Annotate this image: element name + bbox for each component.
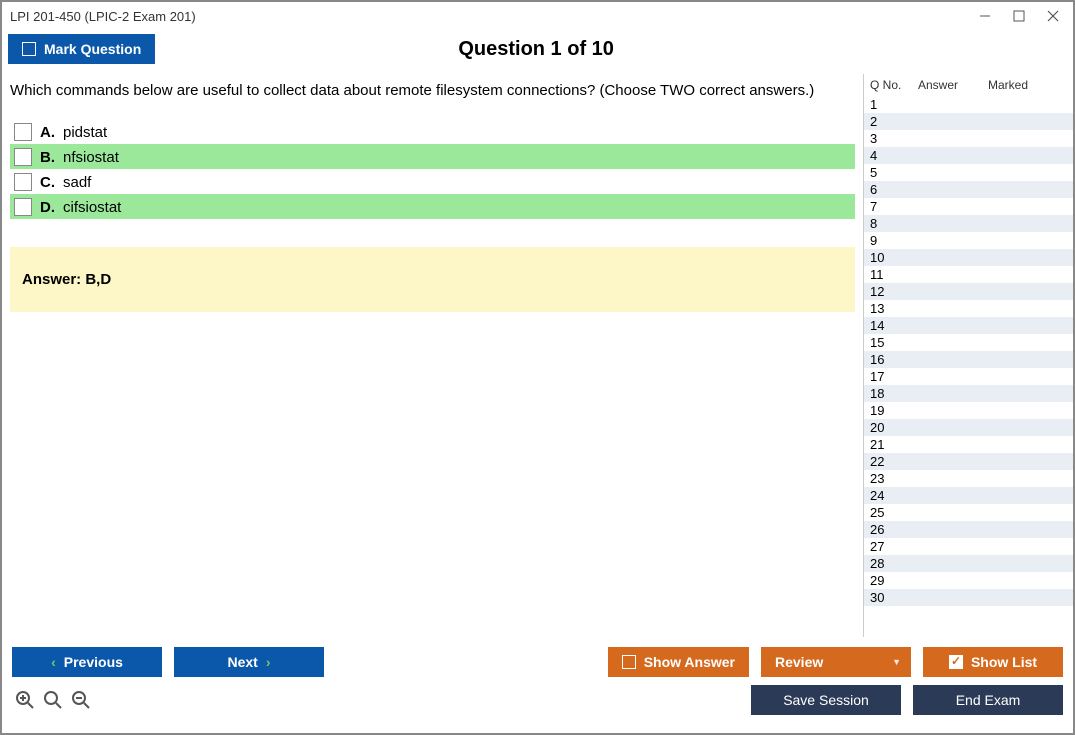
show-list-label: Show List (971, 654, 1037, 670)
question-panel: Which commands below are useful to colle… (2, 74, 863, 637)
sidebar-row[interactable]: 19 (864, 402, 1073, 419)
sidebar-row[interactable]: 11 (864, 266, 1073, 283)
app-window: LPI 201-450 (LPIC-2 Exam 201) Mark Quest… (0, 0, 1075, 735)
option-text: sadf (63, 174, 91, 191)
checkbox-icon[interactable] (14, 123, 32, 141)
option-text: nfsiostat (63, 149, 119, 166)
previous-label: Previous (64, 654, 123, 670)
topbar: Mark Question Question 1 of 10 (2, 30, 1073, 74)
maximize-icon[interactable] (1013, 10, 1025, 22)
option-row[interactable]: B. nfsiostat (10, 144, 855, 169)
sidebar-row[interactable]: 14 (864, 317, 1073, 334)
sidebar-row[interactable]: 23 (864, 470, 1073, 487)
question-text: Which commands below are useful to colle… (10, 82, 855, 99)
checked-square-icon (949, 655, 963, 669)
sidebar-row[interactable]: 6 (864, 181, 1073, 198)
option-row[interactable]: C. sadf (10, 169, 855, 194)
sidebar-row[interactable]: 29 (864, 572, 1073, 589)
sidebar-row[interactable]: 27 (864, 538, 1073, 555)
sidebar-row[interactable]: 22 (864, 453, 1073, 470)
question-counter: Question 1 of 10 (155, 38, 917, 61)
option-letter: A. (40, 124, 55, 141)
option-row[interactable]: A. pidstat (10, 119, 855, 144)
sidebar-row[interactable]: 5 (864, 164, 1073, 181)
sidebar-row[interactable]: 24 (864, 487, 1073, 504)
col-marked: Marked (988, 78, 1067, 92)
checkbox-icon[interactable] (14, 148, 32, 166)
zoom-controls (12, 689, 92, 711)
sidebar-row[interactable]: 3 (864, 130, 1073, 147)
zoom-in-icon[interactable] (14, 689, 36, 711)
bottombar: ‹ Previous Next › Show Answer Review ▼ S… (2, 637, 1073, 733)
zoom-icon[interactable] (42, 689, 64, 711)
option-text: cifsiostat (63, 199, 121, 216)
sidebar-row[interactable]: 9 (864, 232, 1073, 249)
mark-question-label: Mark Question (44, 41, 141, 57)
review-button[interactable]: Review ▼ (761, 647, 911, 677)
answer-box: Answer: B,D (10, 247, 855, 312)
option-text: pidstat (63, 124, 107, 141)
content: Which commands below are useful to colle… (2, 74, 1073, 637)
sidebar-row[interactable]: 4 (864, 147, 1073, 164)
sidebar-row[interactable]: 16 (864, 351, 1073, 368)
question-list-sidebar: Q No. Answer Marked 12345678910111213141… (863, 74, 1073, 637)
sidebar-row[interactable]: 8 (864, 215, 1073, 232)
previous-button[interactable]: ‹ Previous (12, 647, 162, 677)
options-list: A. pidstatB. nfsiostatC. sadfD. cifsiost… (10, 119, 855, 219)
sidebar-row[interactable]: 26 (864, 521, 1073, 538)
sidebar-row[interactable]: 20 (864, 419, 1073, 436)
sidebar-row[interactable]: 18 (864, 385, 1073, 402)
triangle-down-icon: ▼ (892, 657, 901, 667)
checkbox-icon[interactable] (14, 198, 32, 216)
sidebar-row[interactable]: 15 (864, 334, 1073, 351)
end-exam-label: End Exam (956, 692, 1021, 708)
chevron-left-icon: ‹ (51, 654, 56, 670)
sidebar-row[interactable]: 17 (864, 368, 1073, 385)
sidebar-row[interactable]: 28 (864, 555, 1073, 572)
sidebar-row[interactable]: 21 (864, 436, 1073, 453)
next-label: Next (227, 654, 257, 670)
minimize-icon[interactable] (979, 10, 991, 22)
checkbox-icon[interactable] (14, 173, 32, 191)
sidebar-row[interactable]: 10 (864, 249, 1073, 266)
square-icon (622, 655, 636, 669)
col-answer: Answer (918, 78, 988, 92)
window-controls (979, 10, 1065, 22)
show-answer-label: Show Answer (644, 654, 735, 670)
square-icon (22, 42, 36, 56)
save-session-button[interactable]: Save Session (751, 685, 901, 715)
review-label: Review (775, 654, 823, 670)
option-letter: C. (40, 174, 55, 191)
save-session-label: Save Session (783, 692, 869, 708)
window-title: LPI 201-450 (LPIC-2 Exam 201) (10, 9, 196, 24)
next-button[interactable]: Next › (174, 647, 324, 677)
zoom-out-icon[interactable] (70, 689, 92, 711)
col-qno: Q No. (870, 78, 918, 92)
option-letter: D. (40, 199, 55, 216)
sidebar-list[interactable]: 1234567891011121314151617181920212223242… (864, 96, 1073, 637)
sidebar-row[interactable]: 30 (864, 589, 1073, 606)
sidebar-row[interactable]: 25 (864, 504, 1073, 521)
chevron-right-icon: › (266, 654, 271, 670)
show-answer-button[interactable]: Show Answer (608, 647, 749, 677)
close-icon[interactable] (1047, 10, 1059, 22)
option-row[interactable]: D. cifsiostat (10, 194, 855, 219)
end-exam-button[interactable]: End Exam (913, 685, 1063, 715)
option-letter: B. (40, 149, 55, 166)
sidebar-row[interactable]: 13 (864, 300, 1073, 317)
sidebar-row[interactable]: 12 (864, 283, 1073, 300)
titlebar: LPI 201-450 (LPIC-2 Exam 201) (2, 2, 1073, 30)
sidebar-row[interactable]: 7 (864, 198, 1073, 215)
sidebar-row[interactable]: 1 (864, 96, 1073, 113)
sidebar-header: Q No. Answer Marked (864, 74, 1073, 96)
sidebar-row[interactable]: 2 (864, 113, 1073, 130)
mark-question-button[interactable]: Mark Question (8, 34, 155, 64)
show-list-button[interactable]: Show List (923, 647, 1063, 677)
